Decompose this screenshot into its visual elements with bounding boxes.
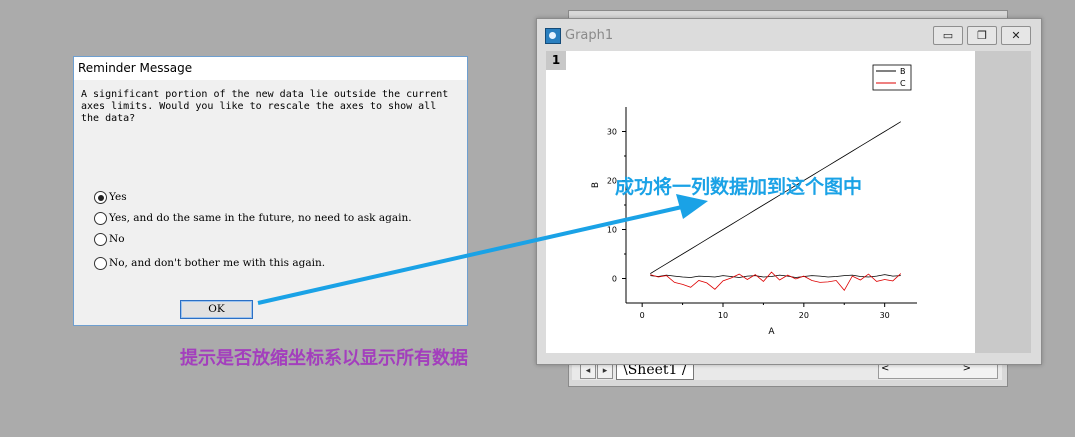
annotation-purple-text: 提示是否放缩坐标系以显示所有数据 [180, 348, 468, 369]
annotation-arrow [257, 194, 708, 305]
arrow-shaft [257, 205, 683, 305]
annotation-blue-text: 成功将一列数据加到这个图中 [615, 176, 863, 198]
